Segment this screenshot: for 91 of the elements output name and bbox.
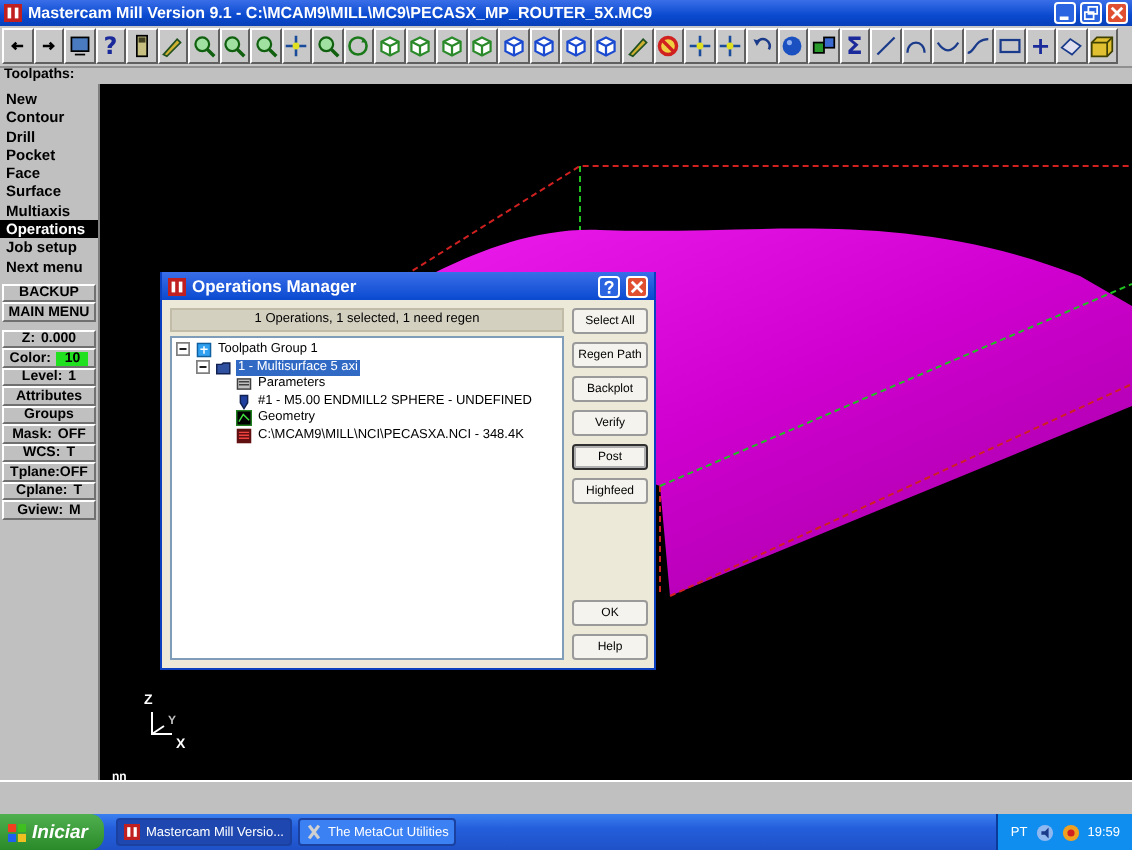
toolbar-button[interactable] — [157, 28, 188, 64]
toolbar-button[interactable] — [219, 28, 250, 64]
cube-icon — [470, 34, 495, 58]
magnifier-icon — [191, 34, 216, 58]
toolbar-button[interactable] — [2, 28, 33, 64]
nci-file-icon — [236, 427, 252, 444]
toolbar-button[interactable] — [777, 28, 808, 64]
dialog-title: Operations Manager — [192, 276, 359, 296]
axis-triad-icon — [148, 710, 176, 738]
toolbar-button[interactable]: ? — [95, 28, 126, 64]
monitor-icon — [67, 34, 92, 58]
help-icon — [602, 279, 616, 293]
toolbar-button[interactable] — [994, 28, 1025, 64]
cube-icon — [377, 34, 402, 58]
arrows-icon — [687, 34, 712, 58]
toolbar-button[interactable] — [281, 28, 312, 64]
toolbar-button[interactable] — [560, 28, 591, 64]
toolbar-button[interactable] — [498, 28, 529, 64]
toolbar-button[interactable] — [870, 28, 901, 64]
squares-icon — [811, 34, 836, 58]
toolbar-button[interactable] — [312, 28, 343, 64]
help-button[interactable] — [598, 275, 620, 297]
close-icon — [1110, 6, 1124, 20]
close-icon — [630, 279, 644, 293]
pencil-icon — [625, 34, 650, 58]
line-icon — [873, 34, 898, 58]
cube-icon — [594, 34, 619, 58]
toolbar-button[interactable] — [374, 28, 405, 64]
windows-logo-icon — [8, 823, 26, 841]
toolbar-button[interactable] — [684, 28, 715, 64]
toolbar-button[interactable] — [126, 28, 157, 64]
toolbar-button[interactable]: Σ — [839, 28, 870, 64]
arrows-icon — [718, 34, 743, 58]
toolbar-button[interactable] — [64, 28, 95, 64]
minus-icon — [176, 342, 190, 357]
toolbar-button[interactable] — [436, 28, 467, 64]
rotate-icon — [346, 34, 371, 58]
toolbar-button[interactable] — [715, 28, 746, 64]
minimize-button[interactable] — [1054, 2, 1076, 24]
toolbar-button[interactable] — [591, 28, 622, 64]
parameters-icon — [236, 376, 252, 393]
toolbar-button[interactable] — [1056, 28, 1087, 64]
toolbar-button[interactable] — [622, 28, 653, 64]
app-icon — [124, 824, 140, 840]
arrows-icon — [284, 34, 309, 58]
maximize-button[interactable] — [1080, 2, 1102, 24]
toolbar-button[interactable] — [1087, 28, 1118, 64]
restore-icon — [1084, 6, 1098, 20]
tool-icon — [236, 393, 252, 410]
toolbar-button[interactable] — [33, 28, 64, 64]
window-title: Mastercam Mill Version 9.1 - C:\MCAM9\MILL\MC9\PECASX_MP_ROUTER_5X.MC9 — [28, 4, 655, 22]
box-icon — [1090, 34, 1115, 58]
minus-icon — [196, 359, 210, 374]
spline-icon — [966, 34, 991, 58]
toolbar-button[interactable] — [343, 28, 374, 64]
magnifier-icon — [222, 34, 247, 58]
tools-icon — [306, 824, 322, 840]
folder-icon — [216, 359, 232, 376]
pencil-icon — [160, 34, 185, 58]
toolbar-button[interactable] — [529, 28, 560, 64]
cube-icon — [408, 34, 433, 58]
toolbar-button[interactable] — [932, 28, 963, 64]
toolbar-button[interactable] — [746, 28, 777, 64]
speaker-icon[interactable] — [1035, 823, 1054, 841]
app-icon — [168, 277, 186, 295]
close-button[interactable] — [1106, 2, 1128, 24]
toolbar-button[interactable] — [467, 28, 498, 64]
magnifier-icon — [253, 34, 278, 58]
toolbar-button[interactable]: + — [1025, 28, 1056, 64]
toolbar-button[interactable] — [963, 28, 994, 64]
toolbar-button[interactable] — [901, 28, 932, 64]
magnifier-icon — [315, 34, 340, 58]
sphere-icon — [780, 34, 805, 58]
cube-icon — [501, 34, 526, 58]
collapse-icon[interactable] — [196, 359, 212, 376]
prohibited-icon — [656, 34, 681, 58]
collapse-icon[interactable] — [176, 342, 192, 359]
cube-icon — [532, 34, 557, 58]
app-icon — [4, 4, 22, 22]
close-button[interactable] — [626, 275, 648, 297]
toolbar-button[interactable] — [188, 28, 219, 64]
toolpath-group-icon — [196, 342, 212, 359]
cube-icon — [563, 34, 588, 58]
toolbar-button[interactable] — [405, 28, 436, 64]
toolbar-button[interactable] — [808, 28, 839, 64]
rectangle-icon — [997, 34, 1022, 58]
shield-icon[interactable] — [1061, 823, 1080, 841]
geometry-icon — [236, 410, 252, 427]
cube-icon — [439, 34, 464, 58]
toolbar-button[interactable] — [653, 28, 684, 64]
toolbar-button[interactable] — [250, 28, 281, 64]
